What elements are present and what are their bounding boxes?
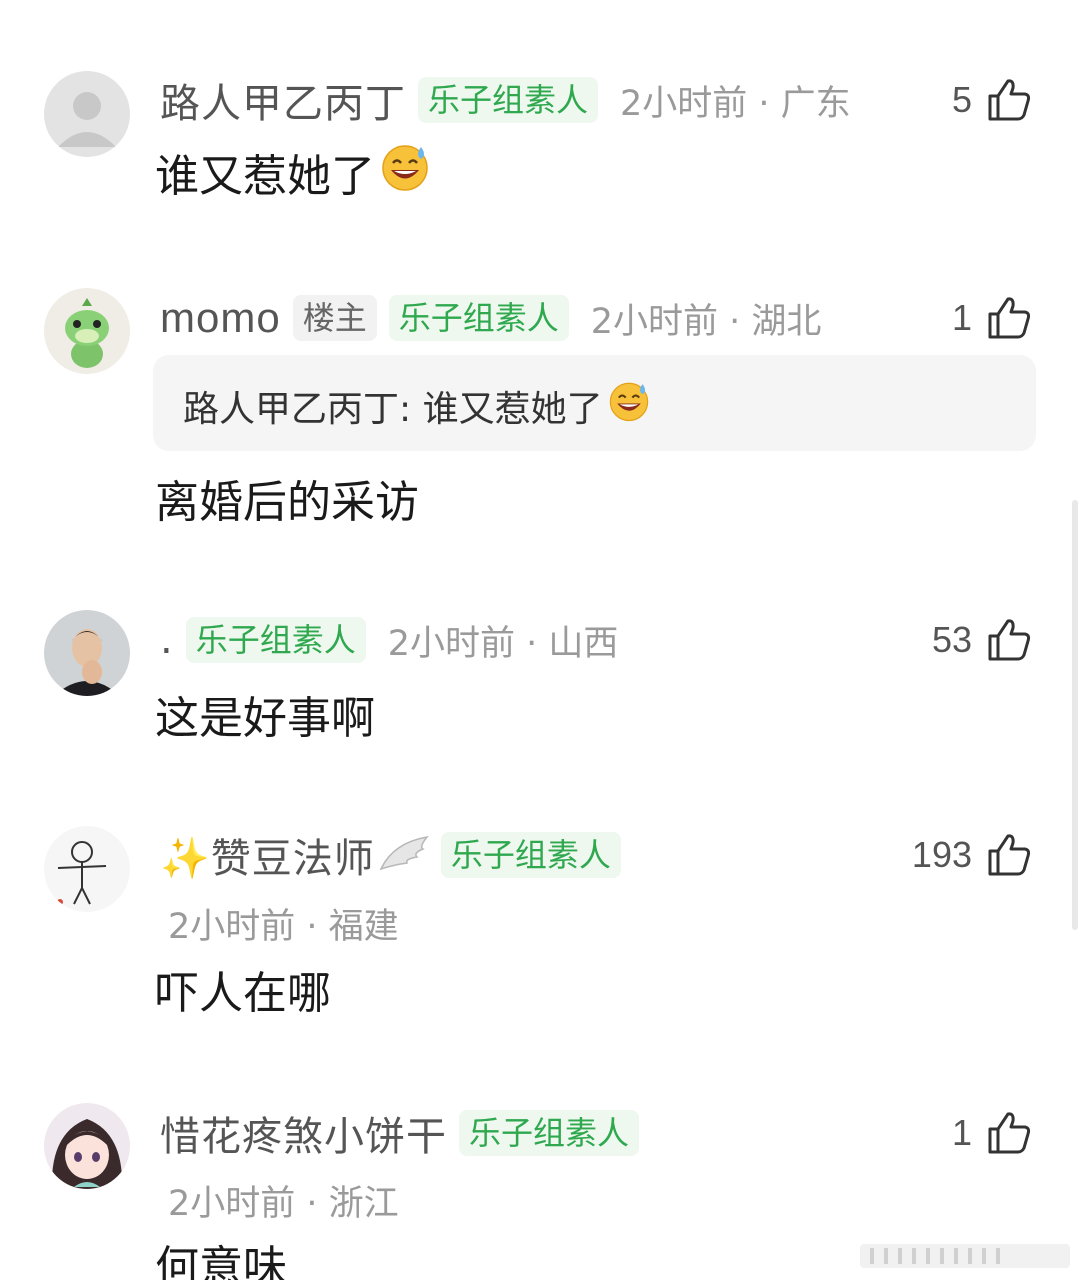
like-count: 5 (951, 79, 972, 120)
thumbs-up-icon (988, 619, 1031, 661)
comment-header: 惜花疼煞小饼干 乐子组素人 (160, 1108, 640, 1160)
group-badge: 乐子组素人 (440, 832, 621, 878)
username[interactable]: ✨赞豆法师 (160, 826, 375, 884)
sweat-smile-emoji (379, 141, 431, 204)
avatar[interactable] (44, 826, 130, 912)
like-count: 193 (911, 834, 972, 875)
username[interactable]: 路人甲乙丙丁 (160, 71, 406, 129)
avatar[interactable] (44, 1103, 130, 1189)
comment-header: 路人甲乙丙丁 乐子组素人 2小时前 · 广东 (160, 75, 851, 127)
comment-meta: 2小时前 · 山西 (387, 623, 619, 664)
comment-meta: 2小时前 · 湖北 (590, 301, 822, 342)
comment-header: ✨赞豆法师 乐子组素人 (160, 830, 621, 882)
thumbs-up-icon (988, 1112, 1031, 1154)
comment-meta: 2小时前 · 浙江 (168, 1184, 399, 1224)
comment-text-content: 离婚后的采访 (155, 477, 419, 528)
quoted-reply-text: 路人甲乙丙丁: 谁又惹她了 (183, 379, 651, 432)
like-button[interactable]: 5 (952, 75, 1032, 125)
thumbs-up-icon (988, 79, 1031, 121)
avatar[interactable] (44, 610, 130, 696)
comment-text-content: 吓人在哪 (155, 968, 331, 1019)
comment-text-content: 何意味 (155, 1242, 287, 1280)
scrollbar[interactable] (1072, 500, 1078, 930)
comment-meta: 2小时前 · 福建 (168, 907, 399, 947)
like-button[interactable]: 193 (912, 830, 1032, 880)
comment-text: 这是好事啊 (155, 682, 375, 746)
group-badge: 乐子组素人 (459, 1110, 640, 1156)
quoted-reply[interactable]: 路人甲乙丙丁: 谁又惹她了 (153, 355, 1036, 451)
comment-text: 何意味 (155, 1231, 287, 1280)
comment-header: momo 楼主 乐子组素人 2小时前 · 湖北 (160, 293, 821, 343)
like-count: 1 (951, 297, 972, 338)
comment-text-content: 谁又惹她了 (155, 151, 375, 202)
comment-header: . 乐子组素人 2小时前 · 山西 (160, 615, 618, 665)
username[interactable]: 惜花疼煞小饼干 (160, 1104, 447, 1162)
quoted-reply-content: 路人甲乙丙丁: 谁又惹她了 (183, 388, 603, 430)
like-count: 1 (951, 1112, 972, 1153)
like-button[interactable]: 1 (952, 293, 1032, 343)
comment-text: 离婚后的采访 (155, 466, 419, 530)
comment-text: 谁又惹她了 (155, 140, 431, 204)
comment-text-content: 这是好事啊 (155, 693, 375, 744)
group-badge: 乐子组素人 (185, 617, 366, 663)
username[interactable]: momo (160, 294, 281, 342)
avatar[interactable] (44, 288, 130, 374)
group-badge: 乐子组素人 (418, 77, 599, 123)
comment-meta: 2小时前 · 广东 (620, 83, 851, 124)
owner-badge: 楼主 (292, 295, 377, 341)
like-button[interactable]: 1 (952, 1108, 1032, 1158)
watermark-logo (860, 1244, 1070, 1268)
avatar[interactable] (44, 71, 130, 157)
sweat-smile-emoji (607, 379, 651, 432)
username[interactable]: . (160, 617, 174, 663)
group-badge: 乐子组素人 (388, 295, 569, 341)
comment-list-page: 路人甲乙丙丁 乐子组素人 2小时前 · 广东 5 谁又惹她了 momo 楼主 乐… (0, 0, 1080, 1280)
like-button[interactable]: 53 (932, 615, 1032, 665)
wing-icon (379, 833, 429, 877)
thumbs-up-icon (988, 834, 1031, 876)
thumbs-up-icon (988, 297, 1031, 339)
like-count: 53 (931, 619, 972, 660)
comment-text: 吓人在哪 (155, 957, 331, 1021)
